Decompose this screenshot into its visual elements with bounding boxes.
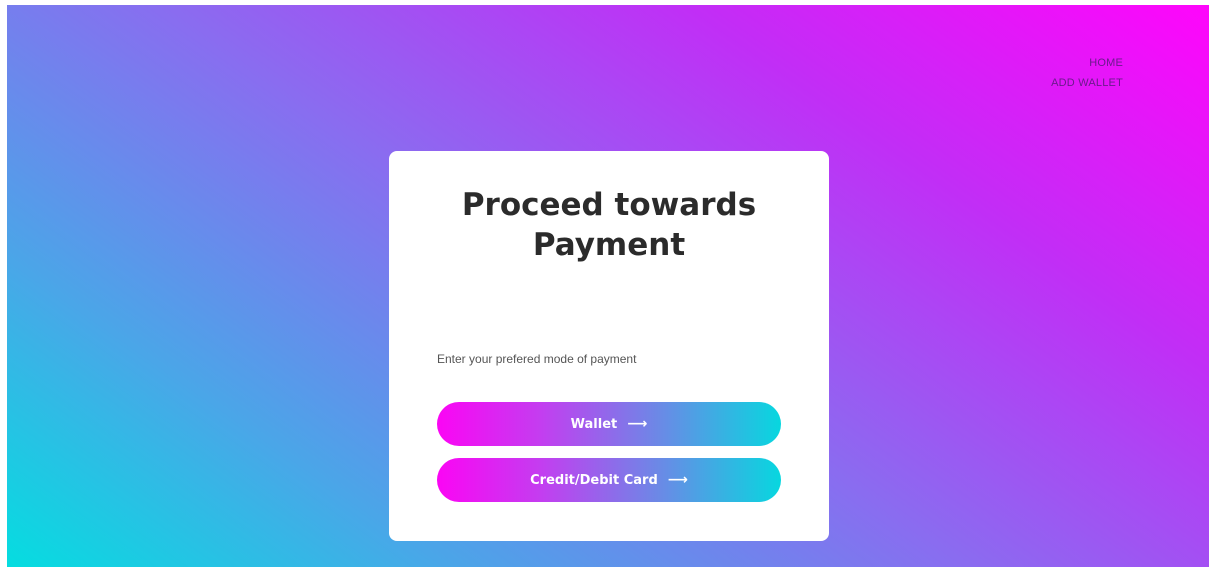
credit-debit-card-button[interactable]: Credit/Debit Card ⟶ (437, 458, 781, 502)
payment-card: Proceed towards Payment Enter your prefe… (389, 151, 829, 541)
nav-link-home[interactable]: HOME (1051, 53, 1123, 73)
arrow-right-icon: ⟶ (667, 472, 688, 488)
top-nav: HOME ADD WALLET (1051, 53, 1123, 93)
nav-link-add-wallet[interactable]: ADD WALLET (1051, 73, 1123, 93)
card-title: Proceed towards Payment (461, 187, 757, 263)
credit-debit-card-button-label: Credit/Debit Card (530, 472, 658, 488)
arrow-right-icon: ⟶ (627, 416, 648, 432)
window-left-border (0, 0, 7, 567)
wallet-button-label: Wallet (570, 416, 618, 432)
page-background: HOME ADD WALLET Proceed towards Payment … (7, 5, 1209, 567)
wallet-button[interactable]: Wallet ⟶ (437, 402, 781, 446)
payment-mode-prompt: Enter your prefered mode of payment (437, 352, 637, 366)
